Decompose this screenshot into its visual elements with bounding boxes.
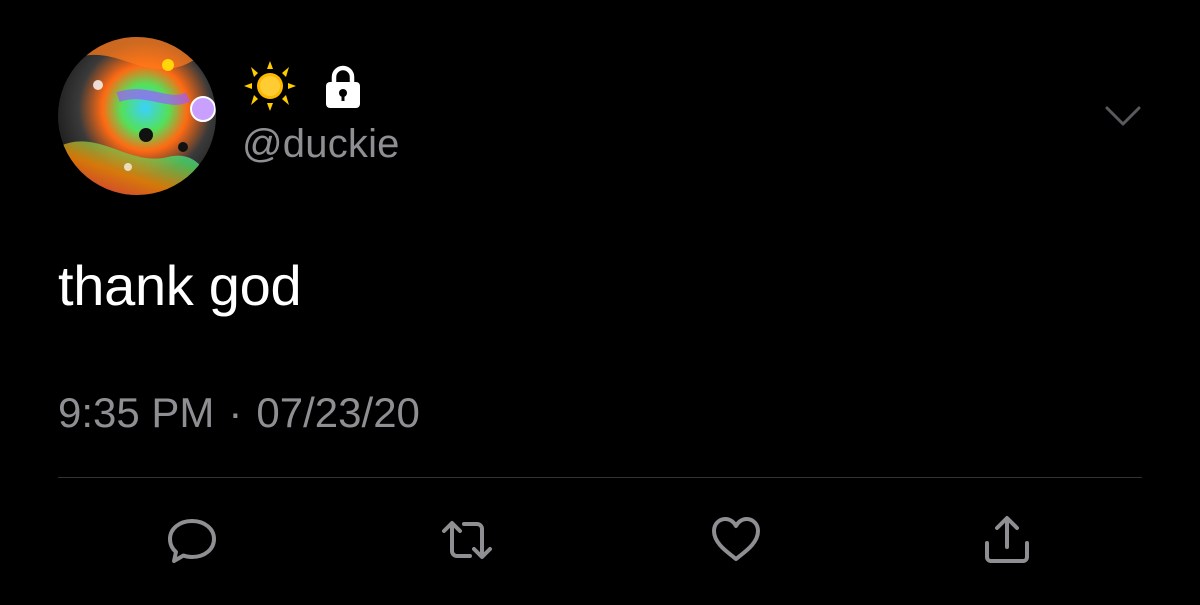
- meta-separator: ·: [228, 389, 243, 436]
- tweet-timestamp[interactable]: 9:35 PM · 07/23/20: [58, 389, 420, 437]
- tweet-time: 9:35 PM: [58, 389, 215, 436]
- chevron-down-icon[interactable]: [1101, 98, 1145, 134]
- retweet-icon: [442, 521, 492, 559]
- like-button[interactable]: [706, 510, 766, 570]
- like-icon: [712, 517, 760, 561]
- tweet-card: @duckie thank god 9:35 PM · 07/23/20: [0, 0, 1200, 605]
- tweet-text: thank god: [58, 254, 302, 317]
- avatar[interactable]: [58, 37, 216, 195]
- tweet-date: 07/23/20: [256, 389, 420, 436]
- share-icon: [985, 516, 1029, 563]
- username-handle[interactable]: @duckie: [242, 122, 400, 167]
- sun-icon: [242, 60, 298, 116]
- reply-icon: [168, 519, 216, 563]
- share-button[interactable]: [977, 510, 1037, 570]
- reply-button[interactable]: [162, 510, 222, 570]
- lock-icon: [320, 63, 366, 114]
- display-name[interactable]: [242, 60, 366, 116]
- divider: [58, 477, 1142, 478]
- retweet-button[interactable]: [437, 510, 497, 570]
